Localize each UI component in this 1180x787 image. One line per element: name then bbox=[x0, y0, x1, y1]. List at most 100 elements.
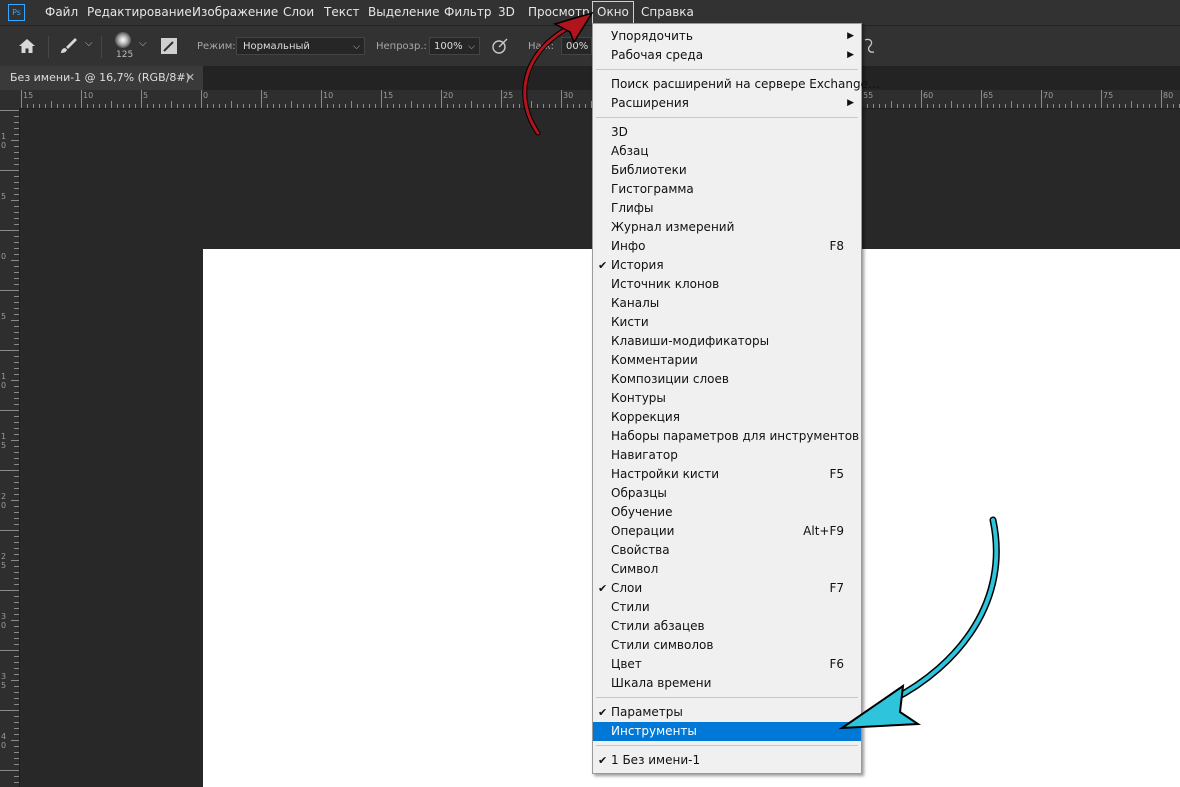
pressure-value: 00% bbox=[566, 41, 589, 52]
menu-item-наборы-параметров-для-инструментов[interactable]: Наборы параметров для инструментов bbox=[593, 427, 861, 446]
menu-view[interactable]: Просмотр bbox=[528, 0, 590, 25]
menu-separator bbox=[596, 697, 858, 698]
ruler-label: 5 bbox=[1, 312, 7, 321]
ruler-label: 70 bbox=[1043, 91, 1054, 100]
brush-panel-icon[interactable] bbox=[160, 37, 178, 55]
menu-item-инфо[interactable]: Инфо F8 bbox=[593, 237, 861, 256]
menu-item-обучение[interactable]: Обучение bbox=[593, 503, 861, 522]
menu-item-абзац[interactable]: Абзац bbox=[593, 142, 861, 161]
menu-help[interactable]: Справка bbox=[641, 0, 694, 25]
menu-item-3d[interactable]: 3D bbox=[593, 123, 861, 142]
pressure-field[interactable]: 00% bbox=[561, 37, 592, 55]
ruler-label: 5 bbox=[263, 91, 269, 100]
menu-item-shortcut: F6 bbox=[829, 657, 844, 671]
brush-preset-icon[interactable] bbox=[115, 32, 131, 48]
menu-item-настройки-кисти[interactable]: Настройки кисти F5 bbox=[593, 465, 861, 484]
menu-item-label: Клавиши-модификаторы bbox=[611, 334, 770, 348]
menu-item-журнал-измерений[interactable]: Журнал измерений bbox=[593, 218, 861, 237]
menu-item-label: Обучение bbox=[611, 505, 673, 519]
menu-item-свойства[interactable]: Свойства bbox=[593, 541, 861, 560]
menu-item-глифы[interactable]: Глифы bbox=[593, 199, 861, 218]
menu-item-label: Глифы bbox=[611, 201, 654, 215]
vertical-ruler[interactable]: 1 0 5 0 5 1 0 1 5 2 0 2 5 3 0 3 5 4 0 bbox=[0, 108, 20, 787]
chevron-down-icon[interactable]: ⌵ bbox=[139, 38, 147, 49]
photoshop-logo-icon: Ps bbox=[8, 4, 25, 21]
menu-item-цвет[interactable]: Цвет F6 bbox=[593, 655, 861, 674]
menu-item-источник-клонов[interactable]: Источник клонов bbox=[593, 275, 861, 294]
window-menu-dropdown: Упорядочить ▶ Рабочая среда ▶ Поиск расширен… bbox=[592, 23, 879, 774]
document-tab[interactable]: Без имени-1 @ 16,7% (RGB/8#) ✕ bbox=[0, 66, 203, 90]
check-icon: ✔ bbox=[598, 706, 608, 719]
ruler-label: 1 5 bbox=[1, 432, 7, 450]
menu-item-поиск-расширений-на-сервере-exchange[interactable]: Поиск расширений на сервере Exchange... bbox=[593, 75, 879, 94]
menu-item-слои[interactable]: ✔ Слои F7 bbox=[593, 579, 861, 598]
opacity-field[interactable]: 100% ⌵ bbox=[429, 37, 480, 55]
menu-item-label: Коррекция bbox=[611, 410, 680, 424]
menu-item-параметры[interactable]: ✔ Параметры bbox=[593, 703, 861, 722]
ruler-label: 10 bbox=[83, 91, 94, 100]
menu-item-композиции-слоев[interactable]: Композиции слоев bbox=[593, 370, 861, 389]
menu-item-шкала-времени[interactable]: Шкала времени bbox=[593, 674, 861, 693]
ruler-label: 25 bbox=[503, 91, 514, 100]
menu-item-клавиши-модификаторы[interactable]: Клавиши-модификаторы bbox=[593, 332, 861, 351]
menu-item-комментарии[interactable]: Комментарии bbox=[593, 351, 861, 370]
menu-layers[interactable]: Слои bbox=[283, 0, 314, 25]
menu-item-стили-символов[interactable]: Стили символов bbox=[593, 636, 861, 655]
close-icon[interactable]: ✕ bbox=[186, 66, 195, 90]
menu-item-label: Образцы bbox=[611, 486, 667, 500]
menu-item-навигатор[interactable]: Навигатор bbox=[593, 446, 861, 465]
menu-item-label: Стили bbox=[611, 600, 650, 614]
menu-3d[interactable]: 3D bbox=[498, 0, 515, 25]
pressure-label: Наж: bbox=[528, 41, 555, 52]
menu-item-label: 3D bbox=[611, 125, 628, 139]
menu-filter[interactable]: Фильтр bbox=[444, 0, 491, 25]
pressure-opacity-icon[interactable] bbox=[491, 37, 509, 55]
menu-file[interactable]: Файл bbox=[45, 0, 78, 25]
menu-item-label: Композиции слоев bbox=[611, 372, 729, 386]
menu-item-1-без-имени-1[interactable]: ✔ 1 Без имени-1 bbox=[593, 751, 861, 770]
menu-item-коррекция[interactable]: Коррекция bbox=[593, 408, 861, 427]
brush-tool-icon[interactable] bbox=[58, 36, 80, 56]
menu-edit[interactable]: Редактирование bbox=[87, 0, 192, 25]
opacity-value: 100% bbox=[434, 41, 463, 52]
opacity-label: Непрозр.: bbox=[376, 41, 427, 52]
ruler-label: 2 0 bbox=[1, 492, 7, 510]
menu-text[interactable]: Текст bbox=[324, 0, 360, 25]
mode-select[interactable]: Нормальный ⌵ bbox=[236, 37, 365, 55]
ruler-label: 15 bbox=[23, 91, 34, 100]
menu-item-стили-абзацев[interactable]: Стили абзацев bbox=[593, 617, 861, 636]
menu-item-символ[interactable]: Символ bbox=[593, 560, 861, 579]
chevron-down-icon: ⌵ bbox=[468, 42, 475, 52]
menu-item-инструменты[interactable]: Инструменты bbox=[593, 722, 861, 741]
ruler-label: 60 bbox=[923, 91, 934, 100]
menu-item-label: Рабочая среда bbox=[611, 48, 704, 62]
menu-select[interactable]: Выделение bbox=[368, 0, 439, 25]
menu-item-label: Поиск расширений на сервере Exchange... bbox=[611, 77, 880, 91]
menu-image[interactable]: Изображение bbox=[192, 0, 278, 25]
menu-item-гистограмма[interactable]: Гистограмма bbox=[593, 180, 861, 199]
menu-item-label: Операции bbox=[611, 524, 675, 538]
home-icon[interactable] bbox=[18, 38, 36, 54]
menu-window[interactable]: Окно bbox=[592, 1, 634, 24]
menu-item-упорядочить[interactable]: Упорядочить ▶ bbox=[593, 27, 861, 46]
menu-item-контуры[interactable]: Контуры bbox=[593, 389, 861, 408]
menu-item-каналы[interactable]: Каналы bbox=[593, 294, 861, 313]
menu-item-label: Кисти bbox=[611, 315, 649, 329]
menu-item-label: Инфо bbox=[611, 239, 646, 253]
menu-item-операции[interactable]: Операции Alt+F9 bbox=[593, 522, 861, 541]
menu-item-стили[interactable]: Стили bbox=[593, 598, 861, 617]
document-tab-bar: Без имени-1 @ 16,7% (RGB/8#) ✕ bbox=[0, 66, 1180, 90]
ruler-label: 20 bbox=[443, 91, 454, 100]
menu-item-история[interactable]: ✔ История bbox=[593, 256, 861, 275]
menu-item-библиотеки[interactable]: Библиотеки bbox=[593, 161, 861, 180]
menu-item-образцы[interactable]: Образцы bbox=[593, 484, 861, 503]
mode-value: Нормальный bbox=[243, 41, 310, 52]
ruler-label: 0 bbox=[1, 252, 7, 261]
submenu-arrow-icon: ▶ bbox=[847, 98, 854, 108]
pressure-size-icon[interactable] bbox=[862, 37, 876, 55]
menu-item-кисти[interactable]: Кисти bbox=[593, 313, 861, 332]
chevron-down-icon[interactable]: ⌵ bbox=[85, 38, 93, 49]
menu-item-расширения[interactable]: Расширения ▶ bbox=[593, 94, 861, 113]
ruler-label: 4 0 bbox=[1, 732, 7, 750]
menu-item-рабочая-среда[interactable]: Рабочая среда ▶ bbox=[593, 46, 861, 65]
